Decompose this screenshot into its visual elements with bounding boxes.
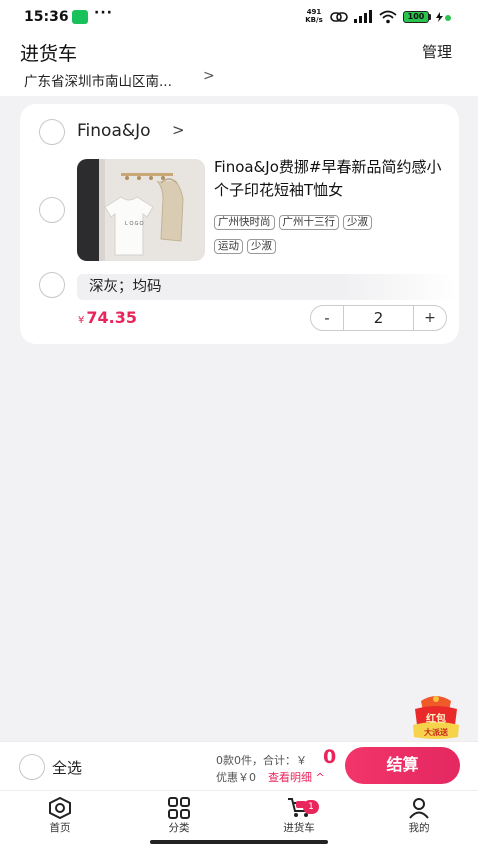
address-chevron-icon[interactable]: > — [203, 68, 215, 84]
shop-select-checkbox[interactable] — [39, 119, 65, 145]
svg-text:ＬＯＧＯ: ＬＯＧＯ — [124, 221, 144, 227]
cart-summary-count: 0款0件，合计：￥ — [216, 754, 307, 767]
hd-link-icon — [330, 12, 348, 22]
battery-tip — [429, 14, 431, 20]
tab-label: 首页 — [49, 822, 71, 834]
product-tag: 广州快时尚 — [214, 215, 275, 230]
wechat-icon — [72, 10, 88, 24]
quantity-input[interactable]: 2 — [343, 306, 414, 330]
shop-chevron-icon[interactable]: > — [172, 121, 185, 139]
wifi-icon — [379, 10, 397, 24]
checkout-bar: 全选 0款0件，合计：￥ 0 优惠￥0 查看明细 ^ 结算 — [0, 741, 478, 790]
shop-name[interactable]: Finoa&Jo — [77, 121, 151, 141]
product-tags: 广州快时尚 广州十三行 少淑 运动 少淑 — [214, 210, 444, 258]
red-packet-float[interactable]: 红包 大派送 — [411, 695, 461, 741]
svg-text:红包: 红包 — [426, 712, 446, 725]
tab-category[interactable]: 分类 — [139, 797, 219, 835]
page-title: 进货车 — [20, 43, 78, 65]
home-indicator[interactable] — [150, 840, 328, 844]
tab-label: 我的 — [408, 822, 430, 834]
red-packet-icon: 红包 大派送 — [413, 696, 459, 739]
sku-spec[interactable]: 深灰；均码 — [77, 274, 457, 300]
delivery-address[interactable]: 广东省深圳市南山区南... — [24, 70, 172, 90]
charging-icon — [436, 12, 443, 22]
tab-profile[interactable]: 我的 — [379, 797, 459, 835]
manage-button[interactable]: 管理 — [422, 41, 452, 62]
quantity-increase-button[interactable]: + — [414, 306, 446, 330]
sku-select-checkbox[interactable] — [39, 272, 65, 298]
select-all-label[interactable]: 全选 — [52, 757, 82, 778]
battery-icon: 100 — [403, 11, 429, 23]
discount-amount: 优惠￥0 — [216, 771, 256, 784]
select-all-checkbox[interactable] — [19, 754, 45, 780]
product-tag: 少淑 — [247, 239, 276, 254]
cart-shop-card: Finoa&Jo > ＬＯＧＯ Finoa&Jo费挪#早春新品简约感小个子印花短… — [20, 104, 459, 344]
product-tag: 广州十三行 — [278, 215, 339, 230]
quantity-stepper: - 2 + — [310, 305, 447, 331]
status-time: 15:36 — [24, 9, 69, 25]
product-tag: 少淑 — [343, 215, 372, 230]
category-icon — [168, 797, 190, 819]
home-icon — [49, 797, 71, 819]
status-bar: 15:36 ··· 491 KB/s 100 — [0, 0, 478, 34]
tab-label: 进货车 — [283, 822, 315, 834]
view-details-link[interactable]: 查看明细 ^ — [268, 769, 325, 785]
sku-price: ¥74.35 — [78, 308, 137, 327]
svg-text:大派送: 大派送 — [424, 727, 449, 737]
product-select-checkbox[interactable] — [39, 197, 65, 223]
currency-symbol: ¥ — [78, 315, 85, 326]
tab-label: 分类 — [168, 822, 190, 834]
tab-cart[interactable]: 1 进货车 — [259, 797, 339, 835]
checkout-button[interactable]: 结算 — [345, 747, 460, 784]
status-more: ··· — [94, 5, 113, 21]
product-thumbnail[interactable]: ＬＯＧＯ — [77, 159, 205, 261]
product-title[interactable]: Finoa&Jo费挪#早春新品简约感小个子印花短袖T恤女 — [214, 156, 444, 202]
cart-count-badge: 1 — [303, 800, 319, 814]
quantity-decrease-button[interactable]: - — [311, 306, 343, 330]
net-speed: 491 KB/s — [305, 8, 323, 24]
page-header: 进货车 管理 广东省深圳市南山区南... > — [0, 34, 478, 96]
charging-dot — [445, 15, 451, 21]
profile-icon — [409, 798, 429, 819]
signal-icon — [354, 10, 372, 23]
product-tag: 运动 — [214, 239, 243, 254]
tab-home[interactable]: 首页 — [20, 797, 100, 835]
cart-total: 0 — [323, 746, 337, 768]
price-value: 74.35 — [86, 308, 137, 327]
